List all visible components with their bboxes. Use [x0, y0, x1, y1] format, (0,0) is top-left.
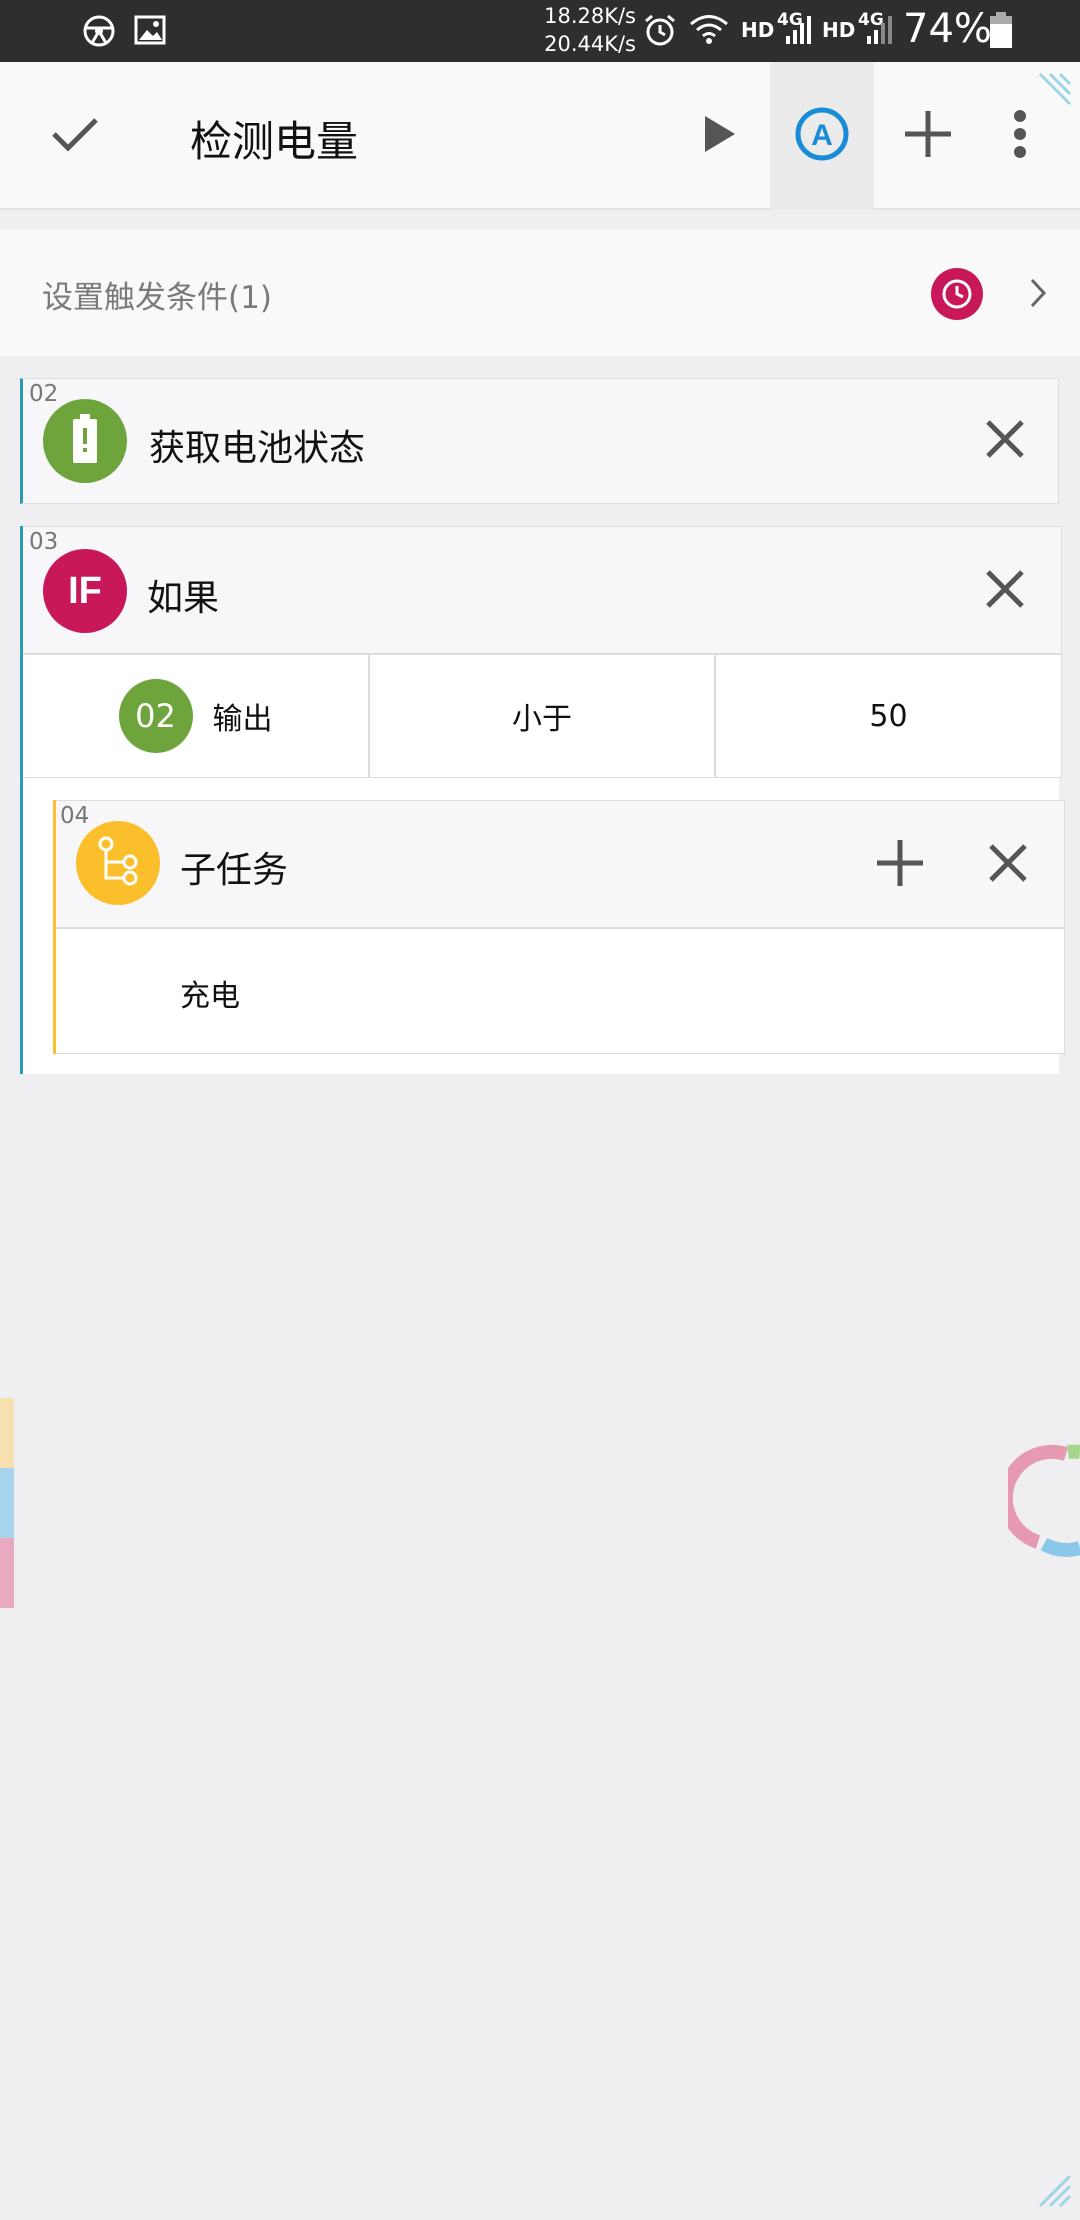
subtask-circle: [76, 821, 160, 905]
auto-a-icon: A: [794, 106, 850, 166]
strip-pink: [0, 1538, 14, 1608]
ref-circle: 02: [118, 679, 193, 753]
play-icon: [703, 114, 737, 158]
ref-label: 输出: [212, 702, 273, 737]
trigger-label: 设置触发条件(1): [42, 280, 272, 316]
auto-mode-button[interactable]: A: [770, 62, 874, 210]
signal-icon: [784, 14, 814, 50]
delete-step-button[interactable]: [975, 411, 1035, 471]
condition-operand[interactable]: 02 输出: [23, 654, 369, 778]
corner-decoration-icon: [1036, 70, 1074, 112]
svg-text:A: A: [811, 119, 833, 152]
step-number: 02: [29, 381, 59, 407]
step-number: 04: [60, 803, 90, 829]
strip-yellow: [0, 1398, 14, 1468]
wifi-icon: [688, 12, 730, 50]
trigger-row[interactable]: 设置触发条件(1): [0, 230, 1080, 356]
step-title: 获取电池状态: [149, 428, 366, 469]
clock-icon: [931, 268, 983, 324]
ref-num: 02: [135, 697, 176, 735]
signal-icon: [865, 14, 895, 50]
battery-circle: [43, 399, 127, 483]
hd-label-2: HD: [822, 18, 856, 42]
run-button[interactable]: [680, 62, 760, 210]
close-icon: [985, 569, 1025, 613]
step-card-battery[interactable]: 02 获取电池状态: [20, 378, 1059, 504]
net-down-text: 20.44K/s: [544, 32, 636, 56]
condition-value[interactable]: 50: [715, 654, 1062, 778]
confirm-button[interactable]: [30, 62, 120, 210]
network-speed: 18.28K/s 20.44K/s: [536, 2, 636, 58]
plus-icon: [903, 109, 953, 163]
condition-operator[interactable]: 小于: [369, 654, 715, 778]
toolbar: 检测电量 A: [0, 62, 1080, 210]
battery-percent: 74%: [903, 6, 992, 52]
add-subtask-button[interactable]: [870, 835, 930, 895]
subtask-name: 充电: [180, 979, 240, 1014]
hd-label-1: HD: [741, 18, 775, 42]
left-edge-strip: [0, 1398, 14, 1608]
steering-wheel-icon: [82, 14, 116, 52]
status-bar: 18.28K/s 20.44K/s HD 4G HD 4G 74%: [0, 0, 1080, 62]
if-block: 03 IF 如果 02 输出 小于 50 04 子任务 充电: [20, 526, 1065, 1074]
close-icon: [985, 419, 1025, 463]
image-icon: [134, 14, 166, 50]
step-title: 如果: [147, 578, 220, 619]
subtask-content-row[interactable]: 充电: [56, 928, 1065, 1054]
step-number: 03: [29, 529, 59, 555]
if-icon-text: IF: [68, 569, 102, 612]
more-icon: [1013, 109, 1027, 163]
alarm-icon: [642, 12, 678, 52]
check-icon: [50, 114, 100, 158]
add-button[interactable]: [888, 62, 968, 210]
step-card-subtask[interactable]: 04 子任务: [56, 800, 1065, 928]
plus-icon: [875, 838, 925, 892]
delete-step-button[interactable]: [978, 835, 1038, 895]
tree-icon: [96, 836, 140, 890]
strip-blue: [0, 1468, 14, 1538]
step-card-if[interactable]: 03 IF 如果: [23, 526, 1062, 654]
page-title: 检测电量: [190, 117, 359, 166]
step-title: 子任务: [180, 850, 289, 891]
net-up-text: 18.28K/s: [544, 4, 636, 28]
corner-decoration-icon: [1036, 2172, 1074, 2214]
close-icon: [988, 843, 1028, 887]
battery-alert-icon: [70, 414, 100, 468]
battery-icon: [988, 12, 1014, 54]
delete-step-button[interactable]: [975, 561, 1035, 621]
subtask-block: 04 子任务 充电: [53, 800, 1065, 1054]
chevron-right-icon: [1028, 276, 1048, 314]
floating-ring-icon[interactable]: [998, 1440, 1080, 1564]
if-circle: IF: [43, 549, 127, 633]
